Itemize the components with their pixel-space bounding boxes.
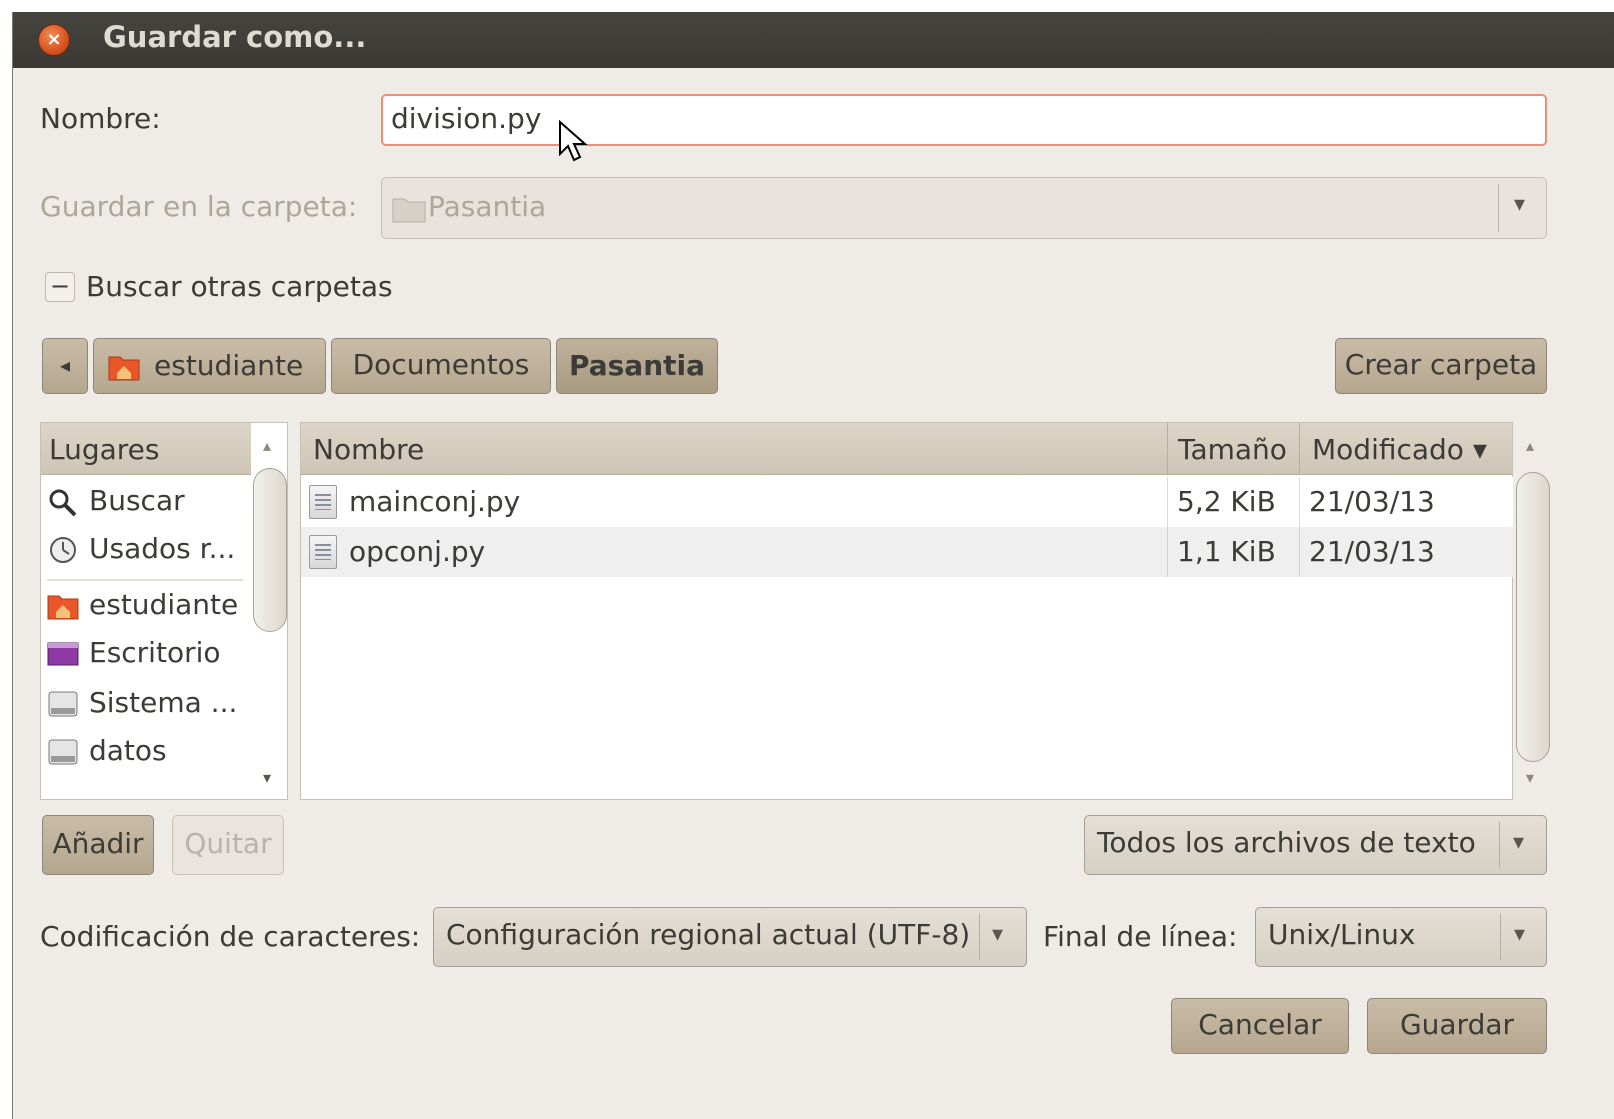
save-as-dialog: × Guardar como... Nombre: division.py Gu…: [12, 12, 1614, 1119]
place-label: estudiante: [89, 588, 239, 621]
file-name: opconj.py: [349, 535, 486, 568]
folder-combo: Pasantia ▾: [381, 177, 1547, 239]
file-size: 1,1 KiB: [1177, 535, 1276, 568]
name-label: Nombre:: [40, 102, 161, 135]
drive-icon: [48, 691, 78, 717]
column-header-name[interactable]: Nombre: [301, 423, 1167, 475]
place-label: datos: [89, 734, 167, 767]
dialog-title: Guardar como...: [103, 20, 367, 54]
line-ending-combo[interactable]: Unix/Linux ▾: [1255, 907, 1547, 967]
search-icon: [49, 489, 77, 517]
places-header-label: Lugares: [49, 433, 160, 466]
collapse-icon[interactable]: −: [45, 272, 75, 302]
arrow-up-icon[interactable]: ▴: [263, 436, 271, 455]
filename-input[interactable]: division.py: [381, 94, 1547, 146]
text-file-icon: [309, 485, 337, 519]
folder-icon: [392, 198, 426, 223]
file-size: 5,2 KiB: [1177, 485, 1276, 518]
place-item-system[interactable]: Sistema ...: [41, 681, 249, 729]
file-name: mainconj.py: [349, 485, 521, 518]
place-label: Buscar: [89, 484, 185, 517]
filter-value: Todos los archivos de texto: [1097, 826, 1476, 859]
file-row[interactable]: mainconj.py 5,2 KiB 21/03/13: [301, 477, 1513, 527]
drive-icon: [48, 739, 78, 765]
place-item-desktop[interactable]: Escritorio: [41, 631, 249, 679]
encoding-combo[interactable]: Configuración regional actual (UTF-8) ▾: [433, 907, 1027, 967]
places-scroll-thumb[interactable]: [253, 468, 287, 632]
remove-place-button[interactable]: Quitar: [172, 815, 284, 875]
file-type-filter-combo[interactable]: Todos los archivos de texto ▾: [1084, 815, 1547, 875]
places-pane: Lugares Buscar Usados r... estudiante Es…: [40, 422, 288, 800]
place-item-buscar[interactable]: Buscar: [41, 479, 249, 527]
place-label: Usados r...: [89, 532, 236, 565]
arrow-left-icon: ◂: [59, 353, 71, 377]
dialog-titlebar[interactable]: × Guardar como...: [13, 12, 1614, 68]
chevron-down-icon: ▾: [1514, 192, 1526, 217]
place-label: Escritorio: [89, 636, 221, 669]
places-scrollbar[interactable]: ▴ ▾: [253, 424, 287, 798]
chevron-down-icon: ▾: [1514, 922, 1526, 947]
place-label: Sistema ...: [89, 686, 238, 719]
close-icon[interactable]: ×: [38, 24, 70, 56]
browse-folders-toggle[interactable]: Buscar otras carpetas: [86, 270, 393, 303]
place-item-home[interactable]: estudiante: [41, 583, 249, 631]
create-folder-button[interactable]: Crear carpeta: [1335, 338, 1547, 394]
path-segment-documentos[interactable]: Documentos: [331, 338, 551, 394]
cancel-button[interactable]: Cancelar: [1171, 998, 1349, 1054]
background-strip: [0, 0, 1614, 12]
chevron-down-icon: ▾: [1513, 830, 1525, 855]
desktop-icon: [47, 642, 79, 666]
column-modified-label: Modificado ▾: [1312, 433, 1487, 466]
place-item-datos[interactable]: datos: [41, 729, 249, 777]
mouse-pointer-icon: [559, 120, 588, 162]
places-divider: [47, 579, 243, 581]
line-ending-value: Unix/Linux: [1268, 918, 1416, 951]
text-file-icon: [309, 535, 337, 569]
path-segment-estudiante[interactable]: estudiante: [93, 338, 326, 394]
recent-icon: [50, 537, 76, 563]
files-scrollbar[interactable]: ▴ ▾: [1516, 424, 1550, 798]
add-place-button[interactable]: Añadir: [42, 815, 154, 875]
file-modified: 21/03/13: [1309, 485, 1435, 518]
places-header[interactable]: Lugares: [41, 423, 251, 475]
folder-value: Pasantia: [428, 190, 547, 223]
path-segment-pasantia[interactable]: Pasantia: [556, 338, 718, 394]
encoding-value: Configuración regional actual (UTF-8): [446, 918, 971, 951]
place-item-recent[interactable]: Usados r...: [41, 527, 249, 575]
encoding-label: Codificación de caracteres:: [40, 920, 421, 953]
column-header-size[interactable]: Tamaño: [1167, 423, 1299, 475]
line-ending-label: Final de línea:: [1043, 920, 1238, 953]
chevron-down-icon: ▾: [992, 922, 1004, 947]
home-folder-icon: [47, 595, 79, 620]
file-row[interactable]: opconj.py 1,1 KiB 21/03/13: [301, 527, 1513, 577]
file-modified: 21/03/13: [1309, 535, 1435, 568]
column-size-label: Tamaño: [1178, 433, 1287, 466]
path-back-button[interactable]: ◂: [42, 338, 88, 394]
files-pane: Nombre Tamaño Modificado ▾ mainconj.py 5…: [300, 422, 1513, 800]
arrow-down-icon[interactable]: ▾: [263, 768, 271, 787]
arrow-up-icon[interactable]: ▴: [1526, 436, 1534, 455]
arrow-down-icon[interactable]: ▾: [1526, 768, 1534, 787]
column-header-modified[interactable]: Modificado ▾: [1299, 423, 1512, 475]
column-name-label: Nombre: [313, 433, 425, 466]
files-scroll-thumb[interactable]: [1516, 472, 1550, 762]
folder-label: Guardar en la carpeta:: [40, 190, 358, 223]
save-button[interactable]: Guardar: [1367, 998, 1547, 1054]
home-folder-icon: [108, 356, 140, 381]
path-segment-label: estudiante: [154, 349, 304, 382]
